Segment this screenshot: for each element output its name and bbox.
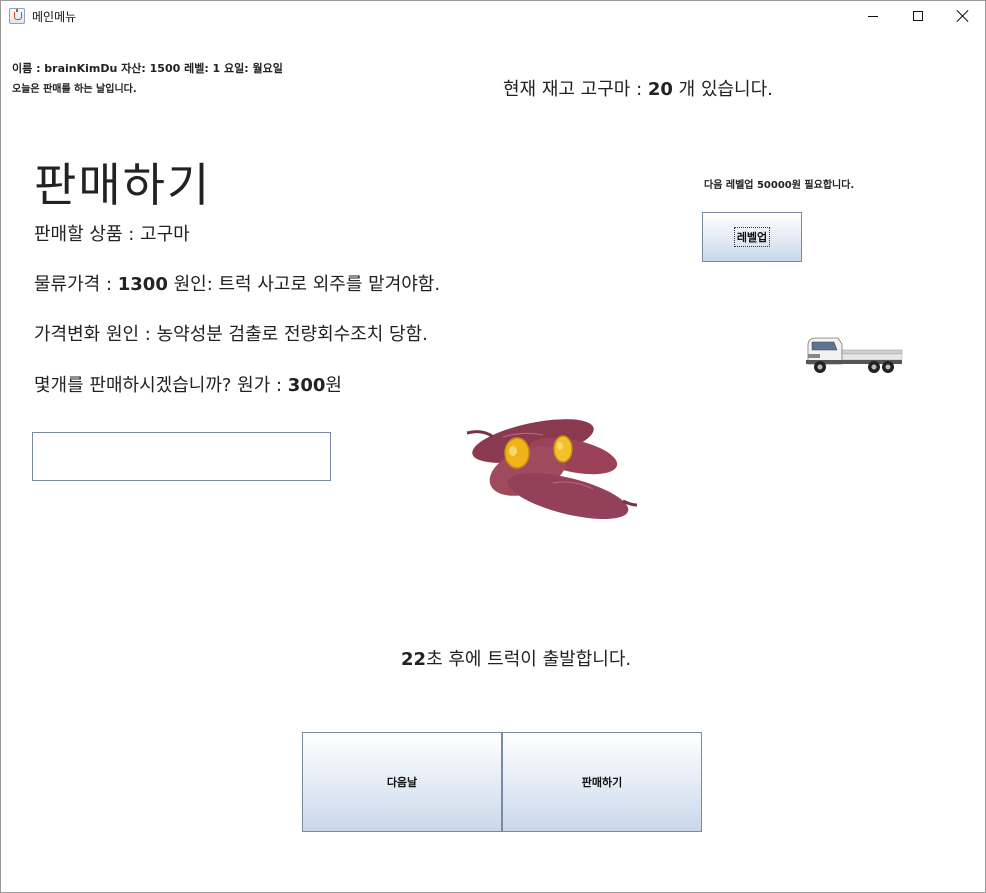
day-notice: 오늘은 판매를 하는 날입니다. xyxy=(12,84,137,95)
page-title: 판매하기 xyxy=(34,158,212,212)
quantity-input[interactable] xyxy=(32,432,331,481)
close-icon xyxy=(957,10,969,22)
stock-label: 현재 재고 고구마 : 20 개 있습니다. xyxy=(503,75,773,101)
product-label: 판매할 상품 : 고구마 xyxy=(34,224,190,245)
window-title: 메인메뉴 xyxy=(32,10,77,24)
levelup-button[interactable]: 레벨업 xyxy=(702,212,802,262)
title-bar[interactable]: 메인메뉴 xyxy=(1,1,985,31)
levelup-button-label: 레벨업 xyxy=(733,227,771,247)
timer-text: 초 후에 트럭이 출발합니다. xyxy=(426,649,632,670)
logistics-prefix: 물류가격 : xyxy=(34,274,118,295)
stock-prefix: 현재 재고 고구마 : xyxy=(503,79,648,100)
truck-timer: 22초 후에 트럭이 출발합니다. xyxy=(401,645,631,671)
truck-image xyxy=(806,337,903,373)
stock-count: 20 xyxy=(647,79,673,100)
sell-label: 판매하기 xyxy=(581,776,623,789)
sweet-potato-image xyxy=(466,419,638,520)
question-prefix: 몇개를 판매하시겠습니까? 원가 : xyxy=(34,375,288,396)
minimize-icon xyxy=(868,15,878,17)
timer-seconds: 22 xyxy=(401,649,427,670)
sell-question-label: 몇개를 판매하시겠습니까? 원가 : 300원 xyxy=(34,371,342,397)
java-app-icon xyxy=(9,8,25,24)
levelup-note: 다음 레벨업 50000원 필요합니다. xyxy=(704,180,855,191)
player-info: 이름 : brainKimDu 자산: 1500 레벨: 1 요일: 월요일 xyxy=(12,62,283,75)
minimize-button[interactable] xyxy=(850,1,896,31)
stock-suffix: 개 있습니다. xyxy=(672,79,773,100)
price-change-label: 가격변화 원인 : 농약성분 검출로 전량회수조치 당함. xyxy=(34,324,428,345)
main-window: 메인메뉴 이름 : brainKimDu 자산: 1500 레벨: 1 요일: … xyxy=(0,0,986,893)
close-button[interactable] xyxy=(940,1,986,31)
next-day-label: 다음날 xyxy=(386,776,418,789)
sell-button[interactable]: 판매하기 xyxy=(502,732,702,832)
logistics-price: 1300 xyxy=(117,274,168,295)
logistics-reason: 원인: 트럭 사고로 외주를 맡겨야함. xyxy=(167,274,441,295)
logistics-label: 물류가격 : 1300 원인: 트럭 사고로 외주를 맡겨야함. xyxy=(34,270,440,296)
question-suffix: 원 xyxy=(325,375,342,396)
next-day-button[interactable]: 다음날 xyxy=(302,732,502,832)
maximize-icon xyxy=(913,11,923,21)
cost-value: 300 xyxy=(287,375,326,396)
maximize-button[interactable] xyxy=(895,1,941,31)
